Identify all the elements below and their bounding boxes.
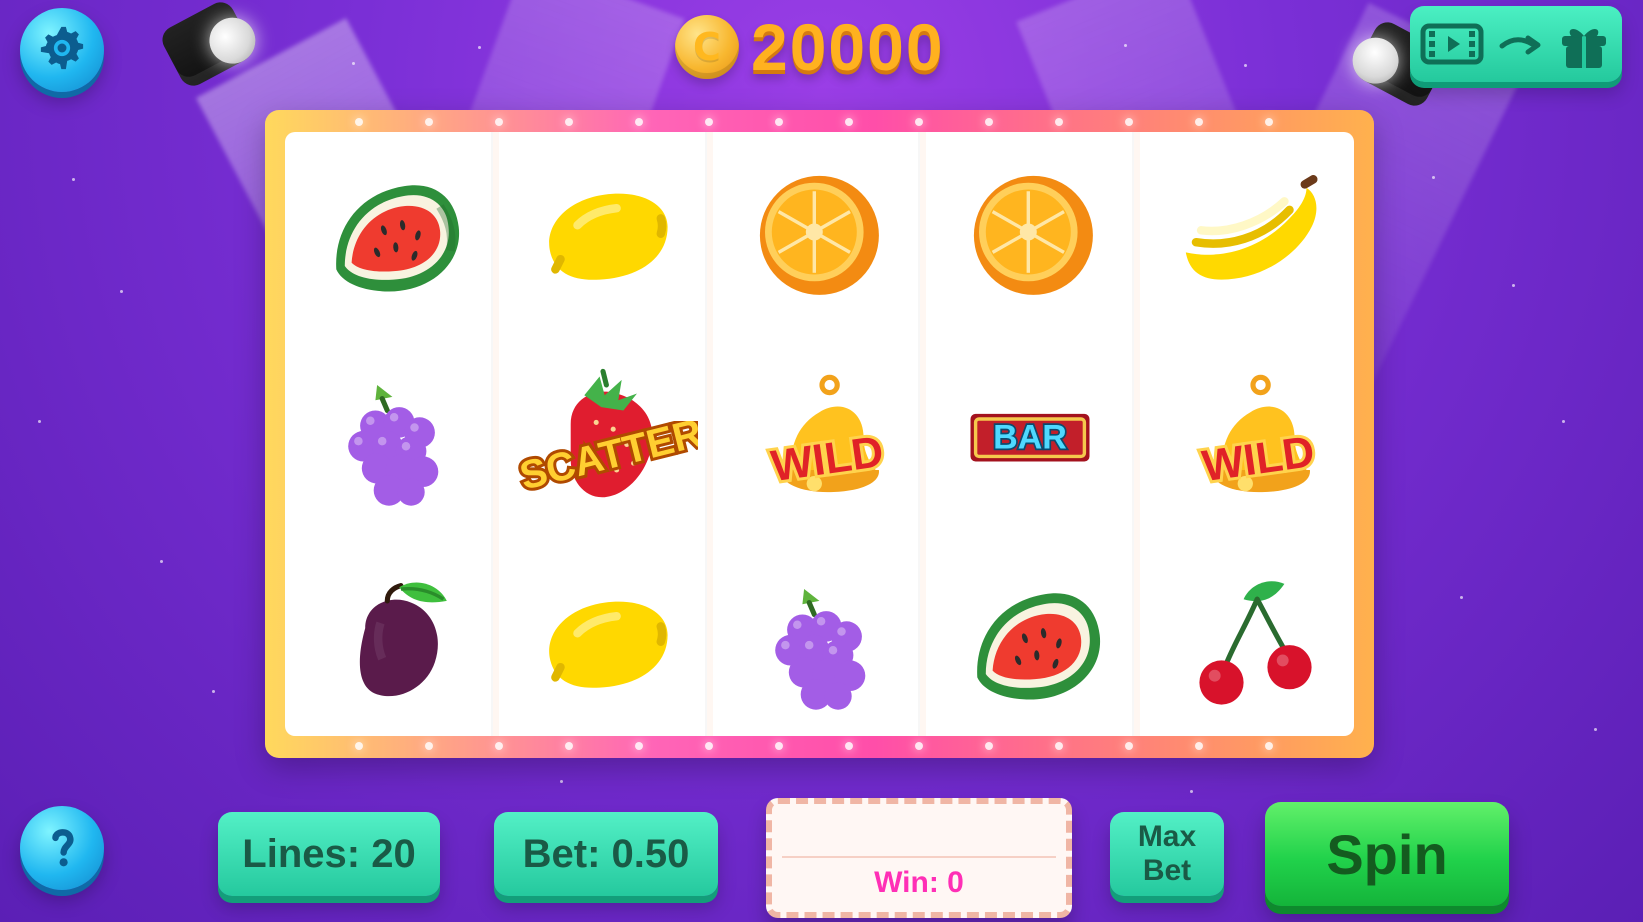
wild-label: WILD	[1196, 424, 1320, 493]
star	[1594, 728, 1597, 731]
reel-2-row-2: SCATTER	[499, 336, 707, 540]
reel-2: SCATTER	[499, 132, 713, 736]
help-question-icon	[36, 820, 88, 876]
reel-2-row-1	[499, 132, 707, 336]
max-bet-button[interactable]: Max Bet	[1110, 812, 1224, 896]
star	[1460, 596, 1463, 599]
svg-text:SCATTER: SCATTER	[515, 421, 697, 491]
bar-label: BAR	[993, 419, 1067, 457]
spin-button[interactable]: Spin	[1265, 802, 1509, 906]
reel-1-row-1	[285, 132, 493, 336]
watermelon-icon	[304, 147, 474, 321]
star	[160, 560, 163, 563]
watch-video-reward-button[interactable]	[1410, 6, 1622, 82]
win-divider	[782, 856, 1056, 858]
star	[1190, 790, 1193, 793]
reel-1-row-2	[285, 336, 493, 540]
wild-bell-symbol: WILD	[731, 351, 901, 525]
reel-1	[285, 132, 499, 736]
lemon-icon	[518, 555, 688, 729]
orange-icon	[731, 147, 901, 321]
scatter-label: SCATTER	[512, 421, 697, 491]
star	[1512, 284, 1515, 287]
lemon-icon	[518, 147, 688, 321]
gear-icon	[36, 22, 88, 78]
arrow-right-icon	[1498, 32, 1542, 56]
max-bet-line2: Bet	[1142, 854, 1192, 887]
reel-3-row-1	[713, 132, 921, 336]
reel-4-row-3	[926, 540, 1134, 736]
wild-label: WILD	[766, 424, 890, 493]
svg-text:WILD: WILD	[769, 427, 887, 491]
watermelon-icon	[945, 555, 1115, 729]
scatter-strawberry-symbol: SCATTER	[512, 351, 698, 525]
star	[120, 290, 123, 293]
svg-text:WILD: WILD	[1199, 427, 1317, 491]
help-button[interactable]	[20, 806, 104, 890]
star	[1562, 420, 1565, 423]
reel-4-row-1	[926, 132, 1134, 336]
win-text: Win: 0	[874, 866, 964, 899]
gift-icon	[1556, 16, 1612, 72]
slot-machine-frame: SCATTER WILD BAR WILD	[265, 110, 1374, 758]
coin-amount: 20000	[751, 10, 945, 84]
plum-icon	[304, 555, 474, 729]
bet-button[interactable]: Bet: 0.50	[494, 812, 718, 896]
reels-window: SCATTER WILD BAR WILD	[285, 132, 1354, 736]
bar-symbol: BAR	[945, 351, 1115, 525]
grapes-icon	[304, 351, 474, 525]
star	[38, 420, 41, 423]
reel-3: WILD	[713, 132, 927, 736]
reel-2-row-3	[499, 540, 707, 736]
reel-4: BAR	[926, 132, 1141, 736]
spotlight-lens	[201, 9, 264, 72]
max-bet-line1: Max	[1137, 820, 1197, 853]
cherries-icon	[1162, 555, 1332, 729]
reel-3-row-3	[713, 540, 921, 736]
reel-5: WILD	[1140, 132, 1354, 736]
reel-5-row-2: WILD	[1140, 336, 1354, 540]
frame-lights-top	[265, 118, 1374, 126]
grapes-icon	[731, 555, 901, 729]
star	[72, 178, 75, 181]
star	[560, 780, 563, 783]
star	[1244, 64, 1247, 67]
video-icon	[1420, 20, 1484, 68]
coin-icon	[675, 15, 739, 79]
orange-icon	[945, 147, 1115, 321]
banana-icon	[1162, 147, 1332, 321]
star	[478, 46, 481, 49]
reel-4-row-2: BAR	[926, 336, 1134, 540]
win-display: Win: 0	[766, 798, 1072, 918]
reels-grid: SCATTER WILD BAR WILD	[285, 132, 1354, 736]
reel-1-row-3	[285, 540, 493, 736]
reel-5-row-1	[1140, 132, 1354, 336]
reel-5-row-3	[1140, 540, 1354, 736]
wild-bell-symbol: WILD	[1162, 351, 1332, 525]
settings-button[interactable]	[20, 8, 104, 92]
coin-balance: 20000	[675, 10, 945, 84]
frame-lights-bottom	[265, 742, 1374, 750]
game-screen: 20000	[0, 0, 1643, 922]
reel-3-row-2: WILD	[713, 336, 921, 540]
star	[212, 690, 215, 693]
lines-button[interactable]: Lines: 20	[218, 812, 440, 896]
